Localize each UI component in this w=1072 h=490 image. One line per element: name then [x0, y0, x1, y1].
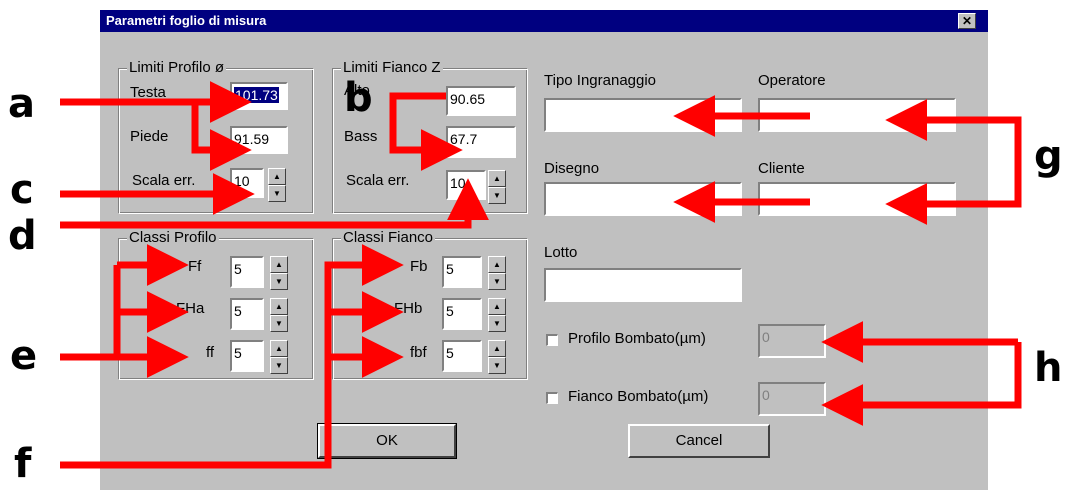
annotation-e: e [10, 333, 38, 379]
annotation-f: f [14, 441, 32, 487]
annotation-overlay [60, 81, 1022, 469]
arrow-b [389, 92, 463, 171]
arrow-h [821, 342, 1022, 426]
arrow-f-line [60, 244, 404, 469]
annotation-g: g [1034, 133, 1063, 179]
annotation-b: b [344, 75, 373, 121]
annotation-a: a [8, 81, 35, 127]
annotation-c: c [10, 167, 34, 213]
annotation-h: h [1034, 345, 1063, 391]
arrow-a-piede [191, 104, 252, 171]
arrow-d [60, 178, 489, 229]
annotation-d: d [8, 213, 37, 259]
arrow-g-bracket [910, 116, 1022, 208]
